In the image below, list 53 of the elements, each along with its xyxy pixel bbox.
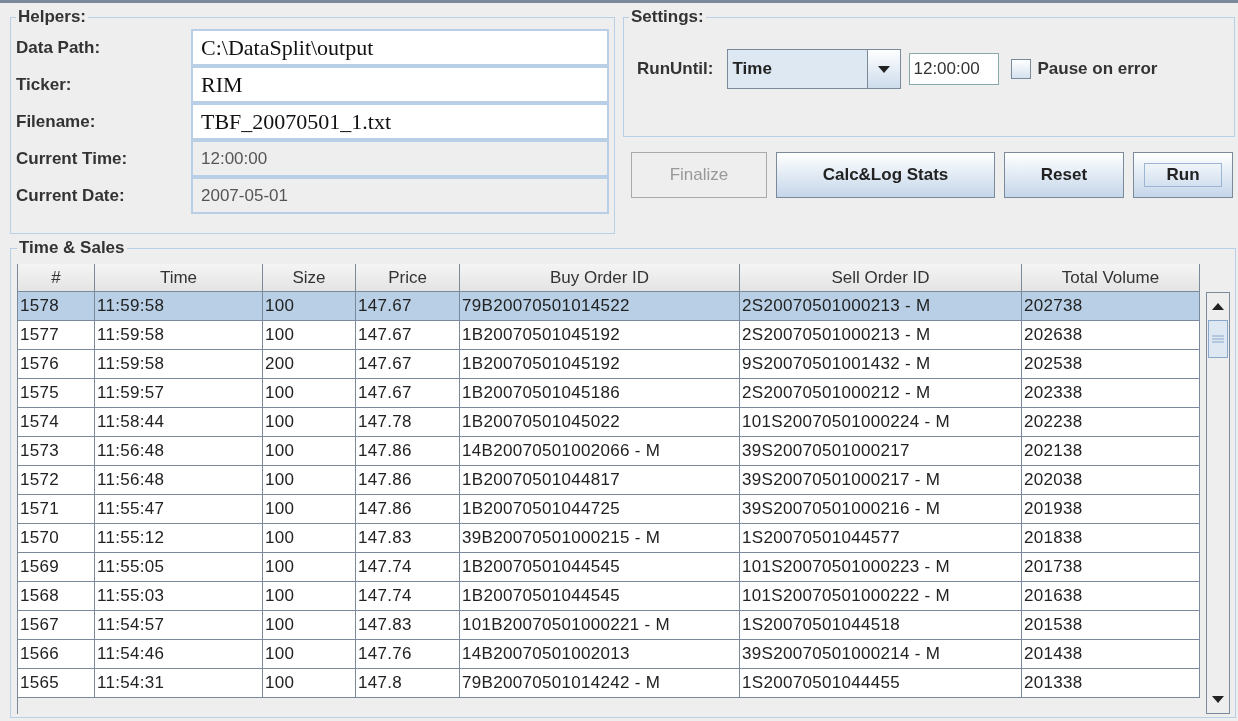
table-cell: 11:54:31 [95,669,263,698]
column-header[interactable]: # [18,264,95,292]
text-field[interactable]: TBF_20070501_1.txt [191,103,609,140]
field-label: Current Date: [16,184,126,207]
checkbox[interactable] [1011,59,1032,79]
column-header[interactable]: Size [263,264,356,292]
action-button[interactable]: Reset [1004,152,1124,198]
field-label: Data Path: [16,36,102,59]
column-header[interactable]: Sell Order ID [740,264,1022,292]
table-cell: 201338 [1022,669,1200,698]
field-label: RunUntil: [637,59,714,79]
dropdown[interactable]: Time [727,49,902,89]
table-row[interactable]: 1573 11:56:48 100 147.86 14B20070501002066 - M 39S20070501000217 202138 [18,437,1200,466]
table-row[interactable]: 1571 11:55:47 100 147.86 1B20070501044725 39S20070501000216 - M 201938 [18,495,1200,524]
table-cell: 147.8 [356,669,460,698]
time-field[interactable]: 12:00:00 [909,53,1000,85]
table-row[interactable]: 1574 11:58:44 100 147.78 1B20070501045022 101S20070501000224 - M 202238 [18,408,1200,437]
scrollbar[interactable] [1206,292,1230,714]
action-button[interactable]: Run [1133,152,1233,198]
table-row[interactable]: 1567 11:54:57 100 147.83 101B20070501000221 - M 1S20070501044518 201538 [18,611,1200,640]
column-header[interactable]: Buy Order ID [460,264,740,292]
table-cell: 100 [263,669,356,698]
group-title: Time & Sales [18,238,126,258]
column-header[interactable]: Total Volume [1022,264,1200,292]
scroll-up-icon[interactable] [1212,303,1224,310]
scroll-down-icon[interactable] [1212,696,1224,703]
field-label: Current Time: [16,147,129,170]
table-row[interactable]: 1566 11:54:46 100 147.76 14B20070501002013 39S20070501000214 - M 201438 [18,640,1200,669]
table-row[interactable]: 1569 11:55:05 100 147.74 1B20070501044545 101S20070501000223 - M 201738 [18,553,1200,582]
table-row[interactable]: 1565 11:54:31 100 147.8 79B20070501014242 - M 1S20070501044455 201338 [18,669,1200,698]
table-row[interactable]: 1578 11:59:58 100 147.67 79B20070501014522 2S20070501000213 - M 202738 [18,292,1200,321]
text-field[interactable]: RIM [191,66,609,103]
table-cell: 79B20070501014242 - M [460,669,740,698]
field-label: Ticker: [16,73,73,96]
table-row[interactable]: 1576 11:59:58 200 147.67 1B20070501045192 9S20070501001432 - M 202538 [18,350,1200,379]
action-button[interactable]: Calc&Log Stats [776,152,995,198]
scroll-thumb[interactable] [1208,320,1228,358]
table-row[interactable]: 1568 11:55:03 100 147.74 1B20070501044545 101S20070501000222 - M 201638 [18,582,1200,611]
table-cell: 1565 [18,669,95,698]
group-title: Settings: [630,7,705,27]
table-row[interactable]: 1572 11:56:48 100 147.86 1B20070501044817 39S20070501000217 - M 202038 [18,466,1200,495]
table-row[interactable]: 1575 11:59:57 100 147.67 1B20070501045186 2S20070501000212 - M 202338 [18,379,1200,408]
column-header[interactable]: Time [95,264,263,292]
field-label: Filename: [16,110,97,133]
grip-icon [1212,335,1224,343]
table-cell: 1S20070501044455 [740,669,1022,698]
table-row[interactable]: 1570 11:55:12 100 147.83 39B20070501000215 - M 1S20070501044577 201838 [18,524,1200,553]
caret-icon [878,65,891,73]
group-title: Helpers: [17,7,88,27]
text-field[interactable]: C:\DataSplit\output [191,29,609,66]
checkbox-label: Pause on error [1037,59,1158,79]
column-header[interactable]: Price [356,264,460,292]
table-row[interactable]: 1577 11:59:58 100 147.67 1B20070501045192 2S20070501000213 - M 202638 [18,321,1200,350]
